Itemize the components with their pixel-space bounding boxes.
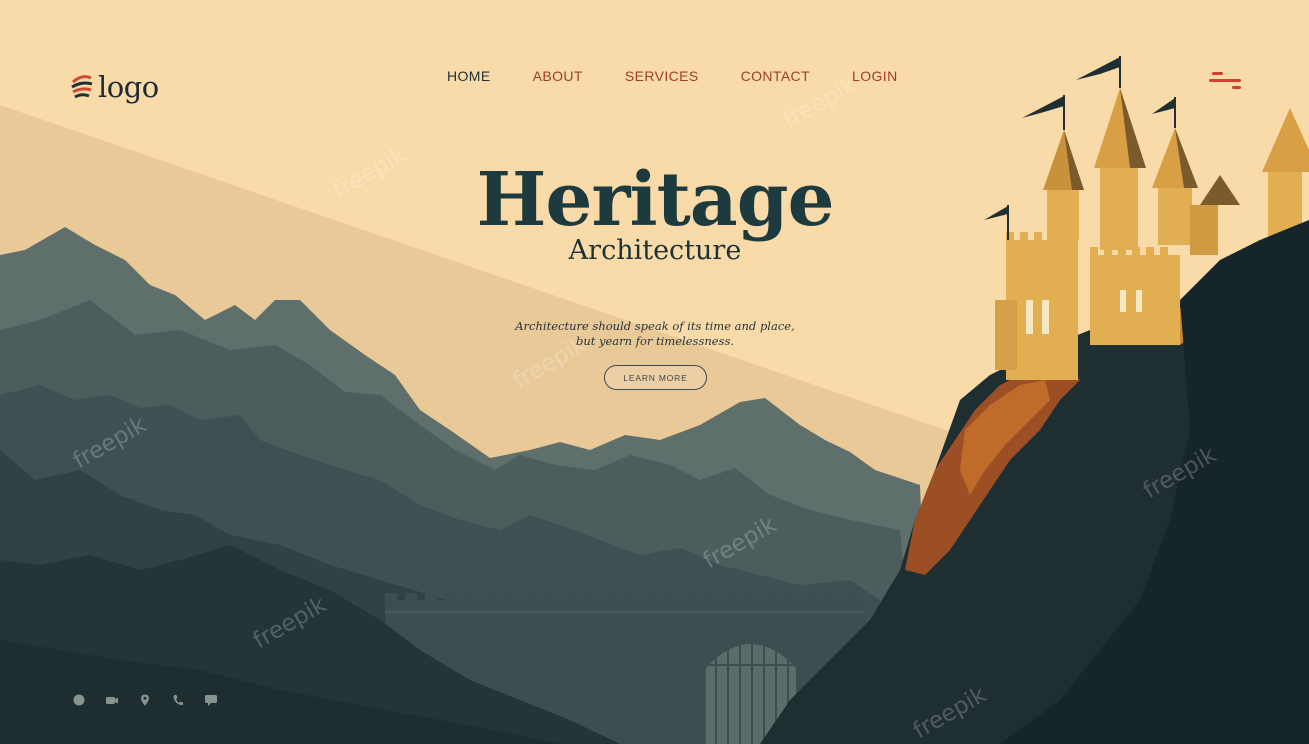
logo-mark-icon <box>71 75 93 99</box>
nav-contact-link[interactable]: CONTACT <box>741 68 810 84</box>
landing-page: freepik freepik freepik freepik freepik … <box>0 0 1309 744</box>
nav-home-link[interactable]: HOME <box>447 68 491 84</box>
nav-login-link[interactable]: LOGIN <box>852 68 898 84</box>
nav-about-link[interactable]: ABOUT <box>533 68 583 84</box>
chat-icon[interactable] <box>204 693 218 707</box>
hero-title: Heritage <box>476 157 834 243</box>
globe-icon[interactable] <box>72 693 86 707</box>
social-links <box>72 693 218 707</box>
hero-quote-line-1: Architecture should speak of its time an… <box>515 319 795 333</box>
phone-icon[interactable] <box>171 693 185 707</box>
logo-text: logo <box>98 70 159 104</box>
main-nav: HOME ABOUT SERVICES CONTACT LOGIN <box>447 68 940 84</box>
video-icon[interactable] <box>105 693 119 707</box>
location-pin-icon[interactable] <box>138 693 152 707</box>
site-logo[interactable]: logo <box>70 70 159 104</box>
hero-quote: Architecture should speak of its time an… <box>455 319 855 349</box>
hero-quote-line-2: but yearn for timelessness. <box>575 334 735 348</box>
hamburger-menu-icon[interactable] <box>1209 72 1241 90</box>
nav-services-link[interactable]: SERVICES <box>625 68 699 84</box>
hero-heading-block: Heritage Architecture <box>455 163 855 266</box>
learn-more-button[interactable]: LEARN MORE <box>604 365 707 390</box>
